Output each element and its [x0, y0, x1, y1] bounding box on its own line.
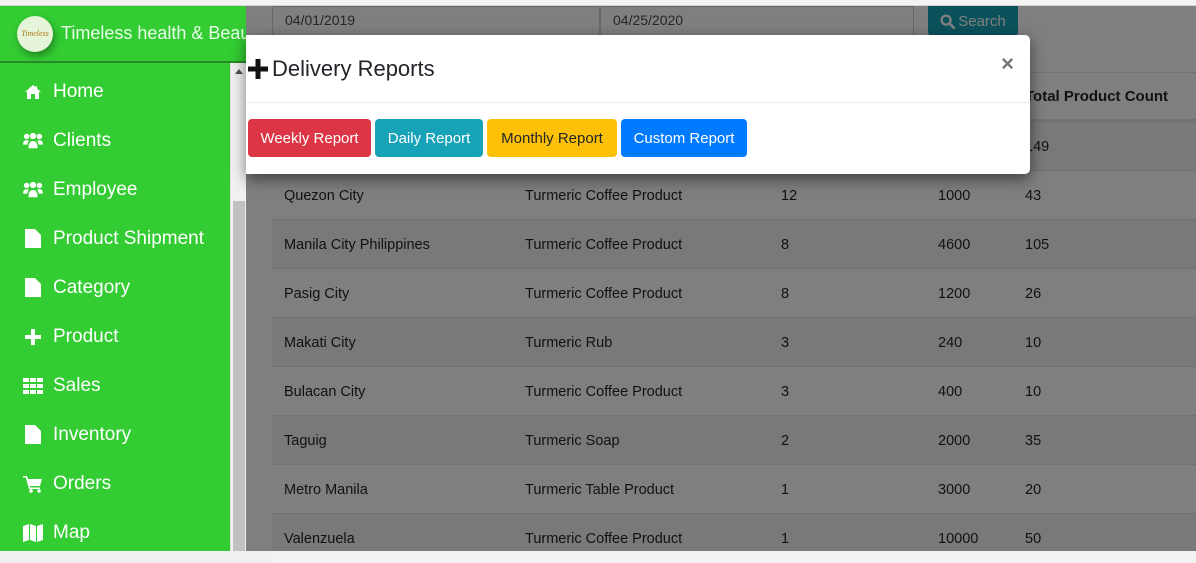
- plus-icon: [23, 327, 43, 347]
- delivery-reports-modal: Delivery Reports × Weekly Report Daily R…: [246, 35, 1030, 174]
- sidebar-item-label: Orders: [53, 472, 112, 494]
- sidebar-item-label: Product Shipment: [53, 227, 205, 249]
- file-icon: [23, 229, 43, 249]
- sidebar-item-orders[interactable]: Orders: [0, 459, 230, 508]
- sidebar-item-label: Employee: [53, 178, 138, 200]
- sidebar-item-label: Category: [53, 276, 131, 298]
- sidebar: Timeless Timeless health & Beauty Home C…: [0, 6, 246, 551]
- sidebar-item-label: Map: [53, 521, 90, 543]
- brand-logo: Timeless: [17, 15, 53, 52]
- daily-report-button[interactable]: Daily Report: [375, 119, 483, 157]
- modal-body: Weekly Report Daily Report Monthly Repor…: [246, 103, 1030, 173]
- grid-icon: [23, 376, 43, 396]
- sidebar-item-label: Sales: [53, 374, 101, 396]
- modal-title: Delivery Reports: [248, 56, 435, 82]
- sidebar-scrollbar[interactable]: [230, 63, 246, 551]
- users-icon: [23, 131, 43, 151]
- brand-title: Timeless health & Beauty: [61, 23, 246, 43]
- brand[interactable]: Timeless Timeless health & Beauty: [0, 6, 246, 63]
- custom-report-button[interactable]: Custom Report: [621, 119, 747, 157]
- home-icon: [23, 82, 43, 102]
- scroll-up-arrow-icon[interactable]: [235, 69, 243, 74]
- modal-header: Delivery Reports ×: [246, 35, 1030, 103]
- sidebar-item-label: Inventory: [53, 423, 132, 445]
- sidebar-item-label: Home: [53, 80, 104, 102]
- scrollbar-thumb[interactable]: [233, 201, 245, 551]
- cart-icon: [23, 474, 43, 494]
- users-icon: [23, 180, 43, 200]
- sidebar-item-map[interactable]: Map: [0, 508, 230, 551]
- sidebar-item-label: Clients: [53, 129, 112, 151]
- plus-icon: [248, 58, 268, 79]
- weekly-report-button[interactable]: Weekly Report: [248, 119, 371, 157]
- sidebar-item-product-shipment[interactable]: Product Shipment: [0, 214, 230, 263]
- sidebar-item-sales[interactable]: Sales: [0, 361, 230, 410]
- sidebar-item-home[interactable]: Home: [0, 67, 230, 116]
- sidebar-item-label: Product: [53, 325, 119, 347]
- file-icon: [23, 425, 43, 445]
- monthly-report-button[interactable]: Monthly Report: [487, 119, 617, 157]
- sidebar-item-employee[interactable]: Employee: [0, 165, 230, 214]
- sidebar-item-clients[interactable]: Clients: [0, 116, 230, 165]
- sidebar-item-category[interactable]: Category: [0, 263, 230, 312]
- map-icon: [23, 523, 43, 543]
- sidebar-item-product[interactable]: Product: [0, 312, 230, 361]
- file-icon: [23, 278, 43, 298]
- sidebar-menu: Home Clients Employee Product Shipment C…: [0, 67, 230, 551]
- sidebar-item-inventory[interactable]: Inventory: [0, 410, 230, 459]
- close-button[interactable]: ×: [1001, 53, 1014, 75]
